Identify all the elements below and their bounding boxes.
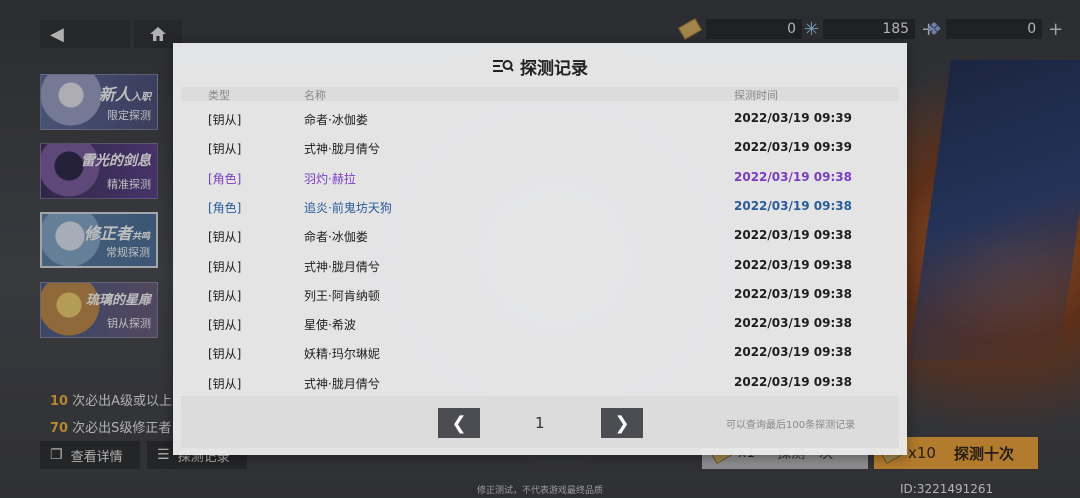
table-row: [钥从] 式神·胧月倩兮 2022/03/19 09:39 xyxy=(173,134,907,163)
record-type: [钥从] xyxy=(208,142,242,157)
prev-page-button[interactable]: ❮ xyxy=(438,408,480,438)
record-type: [钥从] xyxy=(208,230,242,245)
record-name: 式神·胧月倩兮 xyxy=(304,142,380,157)
record-time: 2022/03/19 09:38 xyxy=(734,345,852,360)
table-row: [钥从] 式神·胧月倩兮 2022/03/19 09:38 xyxy=(173,369,907,398)
record-time: 2022/03/19 09:38 xyxy=(734,286,852,301)
pagination-bar: ❮ 1 ❯ 可以查询最后100条探测记录 xyxy=(181,396,899,448)
column-name: 名称 xyxy=(304,89,326,102)
modal-title: 探测记录 xyxy=(173,53,907,79)
record-time: 2022/03/19 09:38 xyxy=(734,374,852,389)
column-time: 探测时间 xyxy=(734,89,778,102)
record-name: 羽灼·赫拉 xyxy=(304,171,356,186)
chevron-right-icon: ❯ xyxy=(614,412,630,434)
record-time: 2022/03/19 09:38 xyxy=(734,198,852,213)
page-number: 1 xyxy=(535,414,545,432)
modal-title-text: 探测记录 xyxy=(520,58,588,79)
search-list-icon xyxy=(493,60,514,72)
record-name: 式神·胧月倩兮 xyxy=(304,259,380,274)
table-row: [角色] 羽灼·赫拉 2022/03/19 09:38 xyxy=(173,164,907,193)
record-time: 2022/03/19 09:38 xyxy=(734,257,852,272)
record-time: 2022/03/19 09:39 xyxy=(734,111,852,125)
record-name: 妖精·玛尔琳妮 xyxy=(304,347,380,362)
records-modal: 探测记录 类型 名称 探测时间 [钥从] 命者·冰伽娄 2022/03/19 09:… xyxy=(173,43,907,455)
record-type: [钥从] xyxy=(208,318,242,333)
record-type: [钥从] xyxy=(208,288,242,303)
column-type: 类型 xyxy=(208,89,230,102)
table-header: 类型 名称 探测时间 xyxy=(181,87,899,102)
record-type: [钥从] xyxy=(208,376,242,391)
record-name: 星使·希波 xyxy=(304,318,356,333)
record-time: 2022/03/19 09:38 xyxy=(734,169,852,184)
record-type: [角色] xyxy=(208,200,242,215)
table-row: [钥从] 星使·希波 2022/03/19 09:38 xyxy=(173,310,907,339)
record-name: 列王·阿肯纳顿 xyxy=(304,288,380,303)
records-limit-note: 可以查询最后100条探测记录 xyxy=(726,420,856,431)
table-row: [钥从] 命者·冰伽娄 2022/03/19 09:38 xyxy=(173,222,907,251)
record-name: 命者·冰伽娄 xyxy=(304,230,368,245)
record-name: 追炎·前鬼坊天狗 xyxy=(304,200,392,215)
chevron-left-icon: ❮ xyxy=(451,412,467,434)
record-time: 2022/03/19 09:38 xyxy=(734,228,852,243)
record-type: [钥从] xyxy=(208,113,242,127)
record-name: 式神·胧月倩兮 xyxy=(304,376,380,391)
record-time: 2022/03/19 09:39 xyxy=(734,140,852,155)
record-type: [钥从] xyxy=(208,347,242,362)
table-row: [钥从] 妖精·玛尔琳妮 2022/03/19 09:38 xyxy=(173,339,907,368)
record-time: 2022/03/19 09:38 xyxy=(734,316,852,331)
table-row: [钥从] 命者·冰伽娄 2022/03/19 09:39 xyxy=(173,105,907,134)
table-row: [钥从] 式神·胧月倩兮 2022/03/19 09:38 xyxy=(173,252,907,281)
table-row: [角色] 追炎·前鬼坊天狗 2022/03/19 09:38 xyxy=(173,193,907,222)
table-row: [钥从] 列王·阿肯纳顿 2022/03/19 09:38 xyxy=(173,281,907,310)
record-type: [角色] xyxy=(208,171,242,186)
record-name: 命者·冰伽娄 xyxy=(304,113,368,127)
record-type: [钥从] xyxy=(208,259,242,274)
next-page-button[interactable]: ❯ xyxy=(601,408,643,438)
